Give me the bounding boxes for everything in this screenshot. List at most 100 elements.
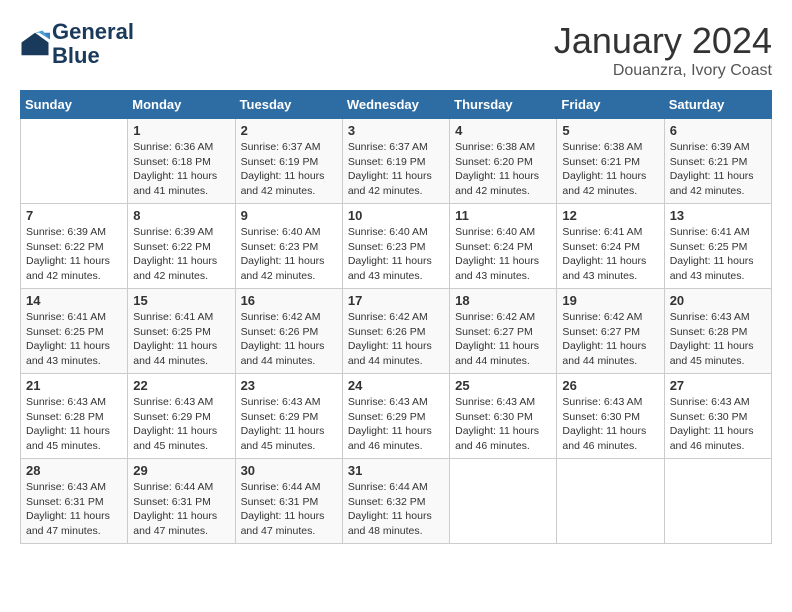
- calendar-cell: 30Sunrise: 6:44 AMSunset: 6:31 PMDayligh…: [235, 459, 342, 544]
- calendar-cell: [21, 119, 128, 204]
- calendar-cell: 13Sunrise: 6:41 AMSunset: 6:25 PMDayligh…: [664, 204, 771, 289]
- logo-text: General Blue: [52, 20, 134, 68]
- calendar-cell: 4 Sunrise: 6:38 AMSunset: 6:20 PMDaylight…: [450, 119, 557, 204]
- calendar-cell: 19 Sunrise: 6:42 AMSunset: 6:27 PMDayligh…: [557, 289, 664, 374]
- weekday-header: Wednesday: [342, 91, 449, 119]
- day-info: Sunrise: 6:37 AMSunset: 6:19 PMDaylight:…: [348, 140, 444, 199]
- day-info: Sunrise: 6:41 AMSunset: 6:25 PMDaylight:…: [26, 310, 122, 369]
- day-number: 19: [562, 293, 658, 308]
- month-title: January 2024: [554, 20, 772, 62]
- title-block: January 2024 Douanzra, Ivory Coast: [554, 20, 772, 80]
- day-number: 25: [455, 378, 551, 393]
- day-number: 21: [26, 378, 122, 393]
- calendar-cell: 31 Sunrise: 6:44 AMSunset: 6:32 PMDayligh…: [342, 459, 449, 544]
- day-number: 20: [670, 293, 766, 308]
- calendar-cell: 9Sunrise: 6:40 AMSunset: 6:23 PMDaylight…: [235, 204, 342, 289]
- day-info: Sunrise: 6:38 AMSunset: 6:21 PMDaylight:…: [562, 140, 658, 199]
- day-number: 18: [455, 293, 551, 308]
- day-number: 22: [133, 378, 229, 393]
- calendar-cell: 24 Sunrise: 6:43 AMSunset: 6:29 PMDayligh…: [342, 374, 449, 459]
- day-number: 17: [348, 293, 444, 308]
- calendar-cell: 26Sunrise: 6:43 AMSunset: 6:30 PMDayligh…: [557, 374, 664, 459]
- calendar-body: 1 Sunrise: 6:36 AMSunset: 6:18 PMDaylight…: [21, 119, 772, 544]
- calendar-cell: 17Sunrise: 6:42 AMSunset: 6:26 PMDayligh…: [342, 289, 449, 374]
- calendar-cell: 12 Sunrise: 6:41 AMSunset: 6:24 PMDayligh…: [557, 204, 664, 289]
- calendar-cell: 25 Sunrise: 6:43 AMSunset: 6:30 PMDayligh…: [450, 374, 557, 459]
- day-number: 28: [26, 463, 122, 478]
- day-info: Sunrise: 6:39 AMSunset: 6:22 PMDaylight:…: [133, 225, 229, 284]
- day-number: 2: [241, 123, 337, 138]
- day-number: 14: [26, 293, 122, 308]
- calendar-cell: 2 Sunrise: 6:37 AMSunset: 6:19 PMDaylight…: [235, 119, 342, 204]
- calendar-cell: 18 Sunrise: 6:42 AMSunset: 6:27 PMDayligh…: [450, 289, 557, 374]
- day-info: Sunrise: 6:37 AMSunset: 6:19 PMDaylight:…: [241, 140, 337, 199]
- calendar-cell: 15Sunrise: 6:41 AMSunset: 6:25 PMDayligh…: [128, 289, 235, 374]
- day-info: Sunrise: 6:39 AMSunset: 6:21 PMDaylight:…: [670, 140, 766, 199]
- calendar-cell: 29Sunrise: 6:44 AMSunset: 6:31 PMDayligh…: [128, 459, 235, 544]
- day-number: 26: [562, 378, 658, 393]
- calendar-cell: 7 Sunrise: 6:39 AMSunset: 6:22 PMDaylight…: [21, 204, 128, 289]
- day-info: Sunrise: 6:42 AMSunset: 6:26 PMDaylight:…: [241, 310, 337, 369]
- day-info: Sunrise: 6:43 AMSunset: 6:31 PMDaylight:…: [26, 480, 122, 539]
- day-info: Sunrise: 6:43 AMSunset: 6:29 PMDaylight:…: [133, 395, 229, 454]
- day-number: 5: [562, 123, 658, 138]
- day-number: 23: [241, 378, 337, 393]
- calendar-cell: 10Sunrise: 6:40 AMSunset: 6:23 PMDayligh…: [342, 204, 449, 289]
- day-info: Sunrise: 6:38 AMSunset: 6:20 PMDaylight:…: [455, 140, 551, 199]
- day-number: 8: [133, 208, 229, 223]
- calendar-cell: 16Sunrise: 6:42 AMSunset: 6:26 PMDayligh…: [235, 289, 342, 374]
- day-info: Sunrise: 6:41 AMSunset: 6:25 PMDaylight:…: [133, 310, 229, 369]
- calendar-week-row: 14 Sunrise: 6:41 AMSunset: 6:25 PMDayligh…: [21, 289, 772, 374]
- day-info: Sunrise: 6:42 AMSunset: 6:27 PMDaylight:…: [562, 310, 658, 369]
- day-number: 12: [562, 208, 658, 223]
- calendar-table: SundayMondayTuesdayWednesdayThursdayFrid…: [20, 90, 772, 544]
- calendar-cell: 22 Sunrise: 6:43 AMSunset: 6:29 PMDayligh…: [128, 374, 235, 459]
- calendar-cell: [664, 459, 771, 544]
- calendar-week-row: 28 Sunrise: 6:43 AMSunset: 6:31 PMDayligh…: [21, 459, 772, 544]
- day-info: Sunrise: 6:39 AMSunset: 6:22 PMDaylight:…: [26, 225, 122, 284]
- day-number: 9: [241, 208, 337, 223]
- day-number: 24: [348, 378, 444, 393]
- day-number: 4: [455, 123, 551, 138]
- day-number: 29: [133, 463, 229, 478]
- day-number: 31: [348, 463, 444, 478]
- day-info: Sunrise: 6:43 AMSunset: 6:28 PMDaylight:…: [670, 310, 766, 369]
- day-info: Sunrise: 6:43 AMSunset: 6:29 PMDaylight:…: [348, 395, 444, 454]
- calendar-cell: 1 Sunrise: 6:36 AMSunset: 6:18 PMDaylight…: [128, 119, 235, 204]
- calendar-cell: 3 Sunrise: 6:37 AMSunset: 6:19 PMDaylight…: [342, 119, 449, 204]
- day-info: Sunrise: 6:40 AMSunset: 6:24 PMDaylight:…: [455, 225, 551, 284]
- day-info: Sunrise: 6:43 AMSunset: 6:28 PMDaylight:…: [26, 395, 122, 454]
- calendar-week-row: 7 Sunrise: 6:39 AMSunset: 6:22 PMDaylight…: [21, 204, 772, 289]
- calendar-cell: [450, 459, 557, 544]
- weekday-header: Friday: [557, 91, 664, 119]
- day-number: 13: [670, 208, 766, 223]
- calendar-week-row: 1 Sunrise: 6:36 AMSunset: 6:18 PMDaylight…: [21, 119, 772, 204]
- calendar-cell: 8 Sunrise: 6:39 AMSunset: 6:22 PMDaylight…: [128, 204, 235, 289]
- weekday-header: Sunday: [21, 91, 128, 119]
- calendar-header-row: SundayMondayTuesdayWednesdayThursdayFrid…: [21, 91, 772, 119]
- calendar-cell: 6Sunrise: 6:39 AMSunset: 6:21 PMDaylight…: [664, 119, 771, 204]
- day-info: Sunrise: 6:36 AMSunset: 6:18 PMDaylight:…: [133, 140, 229, 199]
- day-number: 10: [348, 208, 444, 223]
- day-number: 1: [133, 123, 229, 138]
- day-number: 11: [455, 208, 551, 223]
- calendar-cell: 11 Sunrise: 6:40 AMSunset: 6:24 PMDayligh…: [450, 204, 557, 289]
- page-header: General Blue January 2024 Douanzra, Ivor…: [20, 20, 772, 80]
- day-info: Sunrise: 6:42 AMSunset: 6:27 PMDaylight:…: [455, 310, 551, 369]
- logo-icon: [20, 29, 50, 59]
- logo: General Blue: [20, 20, 134, 68]
- day-number: 27: [670, 378, 766, 393]
- day-number: 3: [348, 123, 444, 138]
- day-info: Sunrise: 6:44 AMSunset: 6:32 PMDaylight:…: [348, 480, 444, 539]
- day-number: 7: [26, 208, 122, 223]
- calendar-cell: 28 Sunrise: 6:43 AMSunset: 6:31 PMDayligh…: [21, 459, 128, 544]
- location: Douanzra, Ivory Coast: [554, 62, 772, 80]
- calendar-cell: 14 Sunrise: 6:41 AMSunset: 6:25 PMDayligh…: [21, 289, 128, 374]
- day-info: Sunrise: 6:43 AMSunset: 6:29 PMDaylight:…: [241, 395, 337, 454]
- day-info: Sunrise: 6:43 AMSunset: 6:30 PMDaylight:…: [455, 395, 551, 454]
- calendar-cell: 20 Sunrise: 6:43 AMSunset: 6:28 PMDayligh…: [664, 289, 771, 374]
- day-info: Sunrise: 6:41 AMSunset: 6:24 PMDaylight:…: [562, 225, 658, 284]
- day-number: 30: [241, 463, 337, 478]
- calendar-week-row: 21 Sunrise: 6:43 AMSunset: 6:28 PMDayligh…: [21, 374, 772, 459]
- weekday-header: Tuesday: [235, 91, 342, 119]
